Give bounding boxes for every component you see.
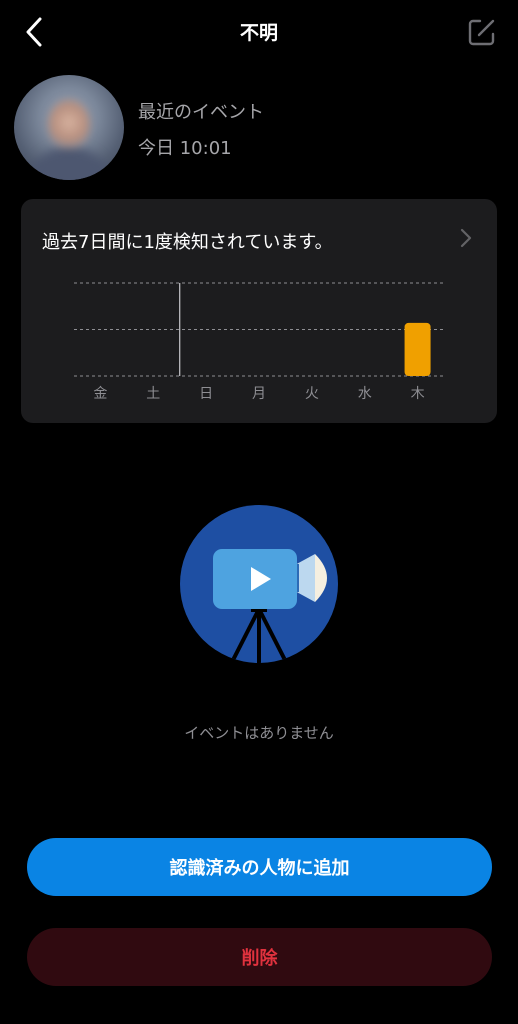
detection-bar-chart: 金土日月火水木: [74, 282, 444, 402]
page-title: 不明: [239, 22, 278, 44]
recent-event-label: 最近のイベント: [138, 102, 264, 123]
edit-button[interactable]: [466, 16, 498, 48]
chart-bar-6: [404, 322, 431, 376]
video-camera-icon: [179, 504, 339, 664]
chart-tick-label: 月: [252, 386, 266, 402]
edit-icon: [468, 19, 495, 46]
avatar: [14, 75, 124, 180]
add-to-recognized-button[interactable]: 認識済みの人物に追加: [27, 838, 492, 896]
recent-event-time: 今日 10:01: [138, 138, 232, 159]
chart-tick-label: 金: [93, 386, 107, 402]
chart-tick-label: 火: [305, 386, 319, 402]
chart-tick-label: 土: [146, 386, 160, 402]
chart-tick-label: 木: [411, 386, 425, 402]
chart-tick-label: 日: [199, 386, 213, 402]
chevron-right-icon: [458, 228, 474, 248]
delete-button[interactable]: 削除: [27, 928, 492, 986]
chart-tick-label: 水: [358, 386, 372, 402]
empty-state-text: イベントはありません: [184, 724, 334, 742]
detection-summary-text: 過去7日間に1度検知されています。: [42, 232, 333, 253]
